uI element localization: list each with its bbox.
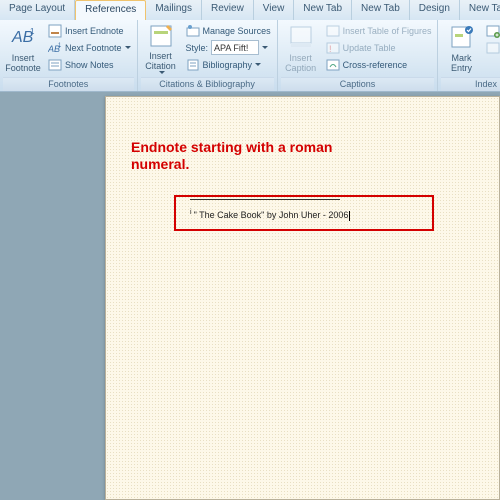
mark-entry-label: Mark Entry	[451, 53, 472, 73]
ribbon-tabs: Page Layout References Mailings Review V…	[0, 0, 500, 20]
insert-footnote-icon: AB1	[9, 23, 37, 51]
chevron-down-icon	[255, 63, 261, 66]
insert-endnote-button[interactable]: Insert Endnote	[45, 22, 134, 39]
update-table-label: Update Table	[343, 43, 396, 53]
insert-tof-icon	[326, 24, 340, 38]
chevron-down-icon	[262, 46, 268, 49]
insert-endnote-label: Insert Endnote	[65, 26, 124, 36]
insert-index-icon	[486, 24, 500, 38]
insert-citation-label: Insert Citation	[145, 51, 176, 71]
insert-footnote-label: Insert Footnote	[5, 53, 41, 73]
ribbon: AB1 Insert Footnote Insert Endnote AB1 N…	[0, 20, 500, 92]
group-footnotes: AB1 Insert Footnote Insert Endnote AB1 N…	[0, 20, 138, 91]
manage-sources-label: Manage Sources	[203, 26, 271, 36]
tab-design[interactable]: Design	[410, 0, 460, 20]
cross-reference-icon	[326, 58, 340, 72]
text-cursor	[349, 211, 350, 221]
group-citations-label: Citations & Bibliography	[141, 77, 274, 91]
insert-caption-button: Insert Caption	[281, 22, 321, 74]
insert-caption-label: Insert Caption	[285, 53, 316, 73]
style-selector[interactable]: Style:	[183, 39, 274, 56]
next-footnote-icon: AB1	[48, 41, 62, 55]
style-input[interactable]	[211, 40, 259, 55]
annotation-text: Endnote starting with a roman numeral.	[131, 139, 332, 173]
insert-endnote-icon	[48, 24, 62, 38]
manage-sources-icon	[186, 24, 200, 38]
endnote-separator	[190, 199, 340, 200]
style-label: Style:	[186, 43, 209, 53]
group-citations: Insert Citation Manage Sources Style: Bi…	[138, 20, 278, 91]
group-index-label: Index	[441, 77, 500, 91]
cross-reference-button[interactable]: Cross-reference	[323, 56, 435, 73]
bibliography-button[interactable]: Bibliography	[183, 56, 274, 73]
insert-tof-label: Insert Table of Figures	[343, 26, 432, 36]
insert-citation-button[interactable]: Insert Citation	[141, 22, 181, 74]
update-table-icon: !	[326, 41, 340, 55]
show-notes-button[interactable]: Show Notes	[45, 56, 134, 73]
endnote-text[interactable]: i" The Cake Book" by John Uher - 2006	[190, 209, 350, 221]
tab-view[interactable]: View	[254, 0, 295, 20]
chevron-down-icon	[125, 46, 131, 49]
group-index: Mark Entry Insert Updat Index	[438, 20, 500, 91]
update-index-button: Updat	[483, 39, 500, 56]
tab-page-layout[interactable]: Page Layout	[0, 0, 75, 20]
next-footnote-label: Next Footnote	[65, 43, 122, 53]
manage-sources-button[interactable]: Manage Sources	[183, 22, 274, 39]
group-captions-label: Captions	[281, 77, 435, 91]
cross-reference-label: Cross-reference	[343, 60, 408, 70]
show-notes-label: Show Notes	[65, 60, 114, 70]
chevron-down-icon	[159, 71, 165, 74]
insert-citation-icon	[147, 22, 175, 49]
mark-entry-icon	[447, 23, 475, 51]
next-footnote-button[interactable]: AB1 Next Footnote	[45, 39, 134, 56]
update-table-button: ! Update Table	[323, 39, 435, 56]
svg-text:!: !	[329, 44, 332, 54]
tab-review[interactable]: Review	[202, 0, 254, 20]
insert-caption-icon	[287, 23, 315, 51]
svg-text:1: 1	[58, 43, 62, 49]
insert-tof-button: Insert Table of Figures	[323, 22, 435, 39]
tab-mailings[interactable]: Mailings	[146, 0, 202, 20]
tab-new3[interactable]: New Tab	[460, 0, 500, 20]
tab-new1[interactable]: New Tab	[294, 0, 352, 20]
tab-references[interactable]: References	[75, 0, 146, 20]
tab-new2[interactable]: New Tab	[352, 0, 410, 20]
insert-footnote-button[interactable]: AB1 Insert Footnote	[3, 22, 43, 74]
mark-entry-button[interactable]: Mark Entry	[441, 22, 481, 74]
insert-index-button[interactable]: Insert	[483, 22, 500, 39]
show-notes-icon	[48, 58, 62, 72]
svg-text:1: 1	[30, 27, 35, 36]
bibliography-icon	[186, 58, 200, 72]
workarea: Endnote starting with a roman numeral. i…	[0, 92, 500, 500]
endnote-marker: i	[190, 209, 192, 216]
group-captions: Insert Caption Insert Table of Figures !…	[278, 20, 439, 91]
group-footnotes-label: Footnotes	[3, 77, 134, 91]
document-page[interactable]: Endnote starting with a roman numeral. i…	[105, 96, 500, 500]
update-index-icon	[486, 41, 500, 55]
bibliography-label: Bibliography	[203, 60, 253, 70]
